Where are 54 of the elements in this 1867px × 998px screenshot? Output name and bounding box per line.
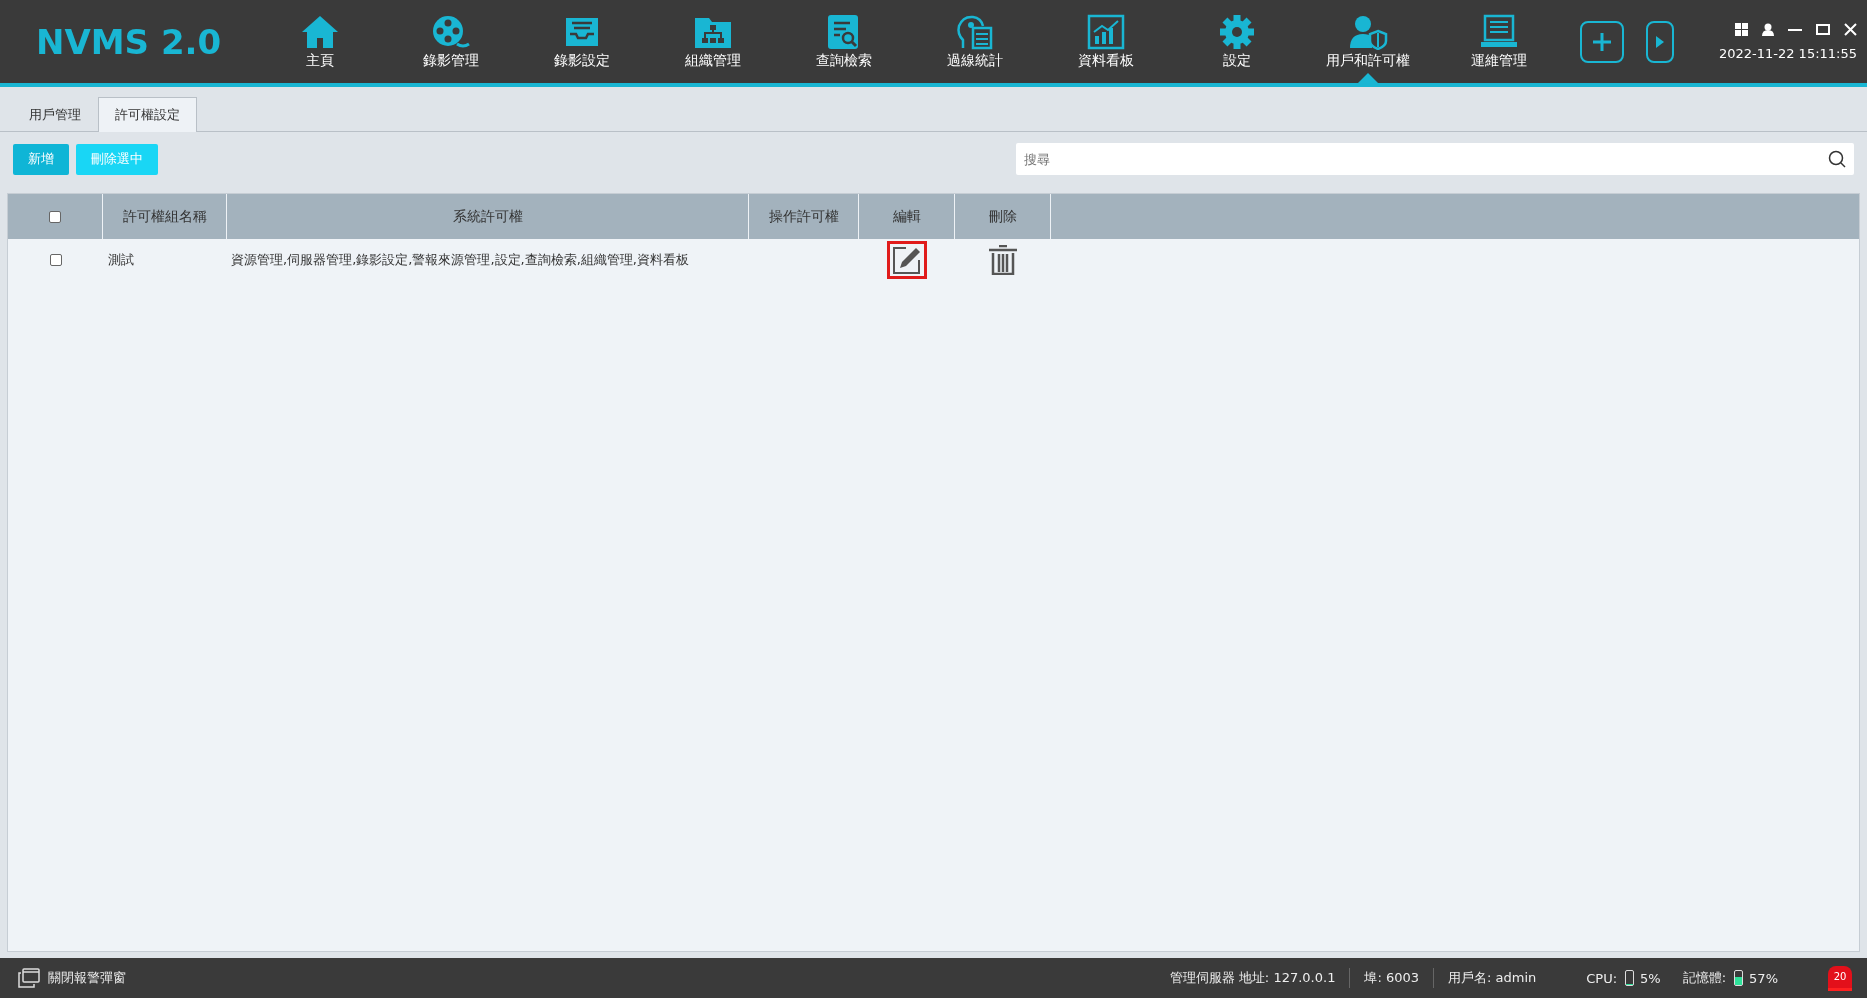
column-header: 系統許可權: [452, 207, 523, 226]
alarm-count-badge[interactable]: 20: [1828, 965, 1852, 991]
username-text: 用戶名: admin: [1448, 969, 1537, 987]
nav-tab[interactable]: 用戶和許可權: [1302, 0, 1433, 83]
close-icon[interactable]: [1844, 22, 1857, 36]
nav-tab[interactable]: 資料看板: [1040, 0, 1171, 83]
edit-icon: [892, 246, 922, 274]
tab[interactable]: 許可權設定: [98, 97, 197, 132]
checkbox[interactable]: [49, 210, 61, 223]
server-address: 管理伺服器 地址: 127.0.0.1: [1169, 969, 1336, 987]
table-cell-text: 資源管理,伺服器管理,錄影設定,警報來源管理,設定,查詢檢索,組織管理,資料看板: [230, 251, 690, 269]
plus-icon: [1592, 31, 1612, 52]
port-text: 埠: 6003: [1364, 969, 1419, 987]
column-header: 編輯: [892, 207, 921, 226]
nav-tab[interactable]: 錄影管理: [385, 0, 516, 83]
battery-meter: [1734, 970, 1744, 986]
search-icon: [1828, 150, 1846, 168]
cpu-reading: 5%: [1640, 970, 1661, 986]
close-alarm-popup-link[interactable]: 關閉報警彈窗: [48, 969, 126, 987]
user-shield-icon: [1347, 13, 1388, 50]
nav-tab[interactable]: 過線統計: [909, 0, 1040, 83]
expand-button[interactable]: [1646, 20, 1674, 63]
play-icon: [1656, 35, 1664, 48]
nav-tab[interactable]: 主頁: [254, 0, 385, 83]
column-header: 刪除: [988, 207, 1017, 226]
memory-label: 記憶體:: [1682, 969, 1727, 987]
delete-button[interactable]: [989, 245, 1017, 275]
column-header: 操作許可權: [768, 207, 839, 226]
nav-tab[interactable]: 設定: [1171, 0, 1302, 83]
add-button[interactable]: [1580, 20, 1624, 63]
table-cell-text: 測試: [107, 251, 135, 269]
film-reel-icon: [430, 13, 471, 50]
maximize-icon[interactable]: [1816, 22, 1830, 36]
column-header: 許可權組名稱: [122, 207, 207, 226]
grid-icon[interactable]: [1735, 22, 1748, 36]
battery-meter: [1625, 970, 1635, 986]
bar-chart-icon: [1085, 13, 1126, 50]
app-logo: NVMS 2.0: [36, 21, 223, 62]
highlighted-edit-button[interactable]: [889, 243, 925, 277]
memory-reading: 57%: [1749, 970, 1778, 986]
nav-tab[interactable]: 組織管理: [647, 0, 778, 83]
trash-icon: [989, 245, 1017, 275]
nav-tab[interactable]: 查詢檢索: [778, 0, 909, 83]
checkbox[interactable]: [49, 254, 62, 266]
cpu-label: CPU:: [1586, 970, 1618, 986]
windows-icon: [18, 968, 40, 988]
monitor-icon: [1478, 13, 1519, 50]
head-settings-icon: [954, 13, 995, 50]
tab[interactable]: 用戶管理: [12, 97, 98, 131]
date-time: 2022-11-22 15:11:55: [1718, 45, 1857, 61]
nav-tab[interactable]: 運維管理: [1433, 0, 1564, 83]
user-icon[interactable]: [1762, 22, 1774, 36]
nav-tab[interactable]: 錄影設定: [516, 0, 647, 83]
search-field[interactable]: 搜尋: [1016, 143, 1854, 175]
